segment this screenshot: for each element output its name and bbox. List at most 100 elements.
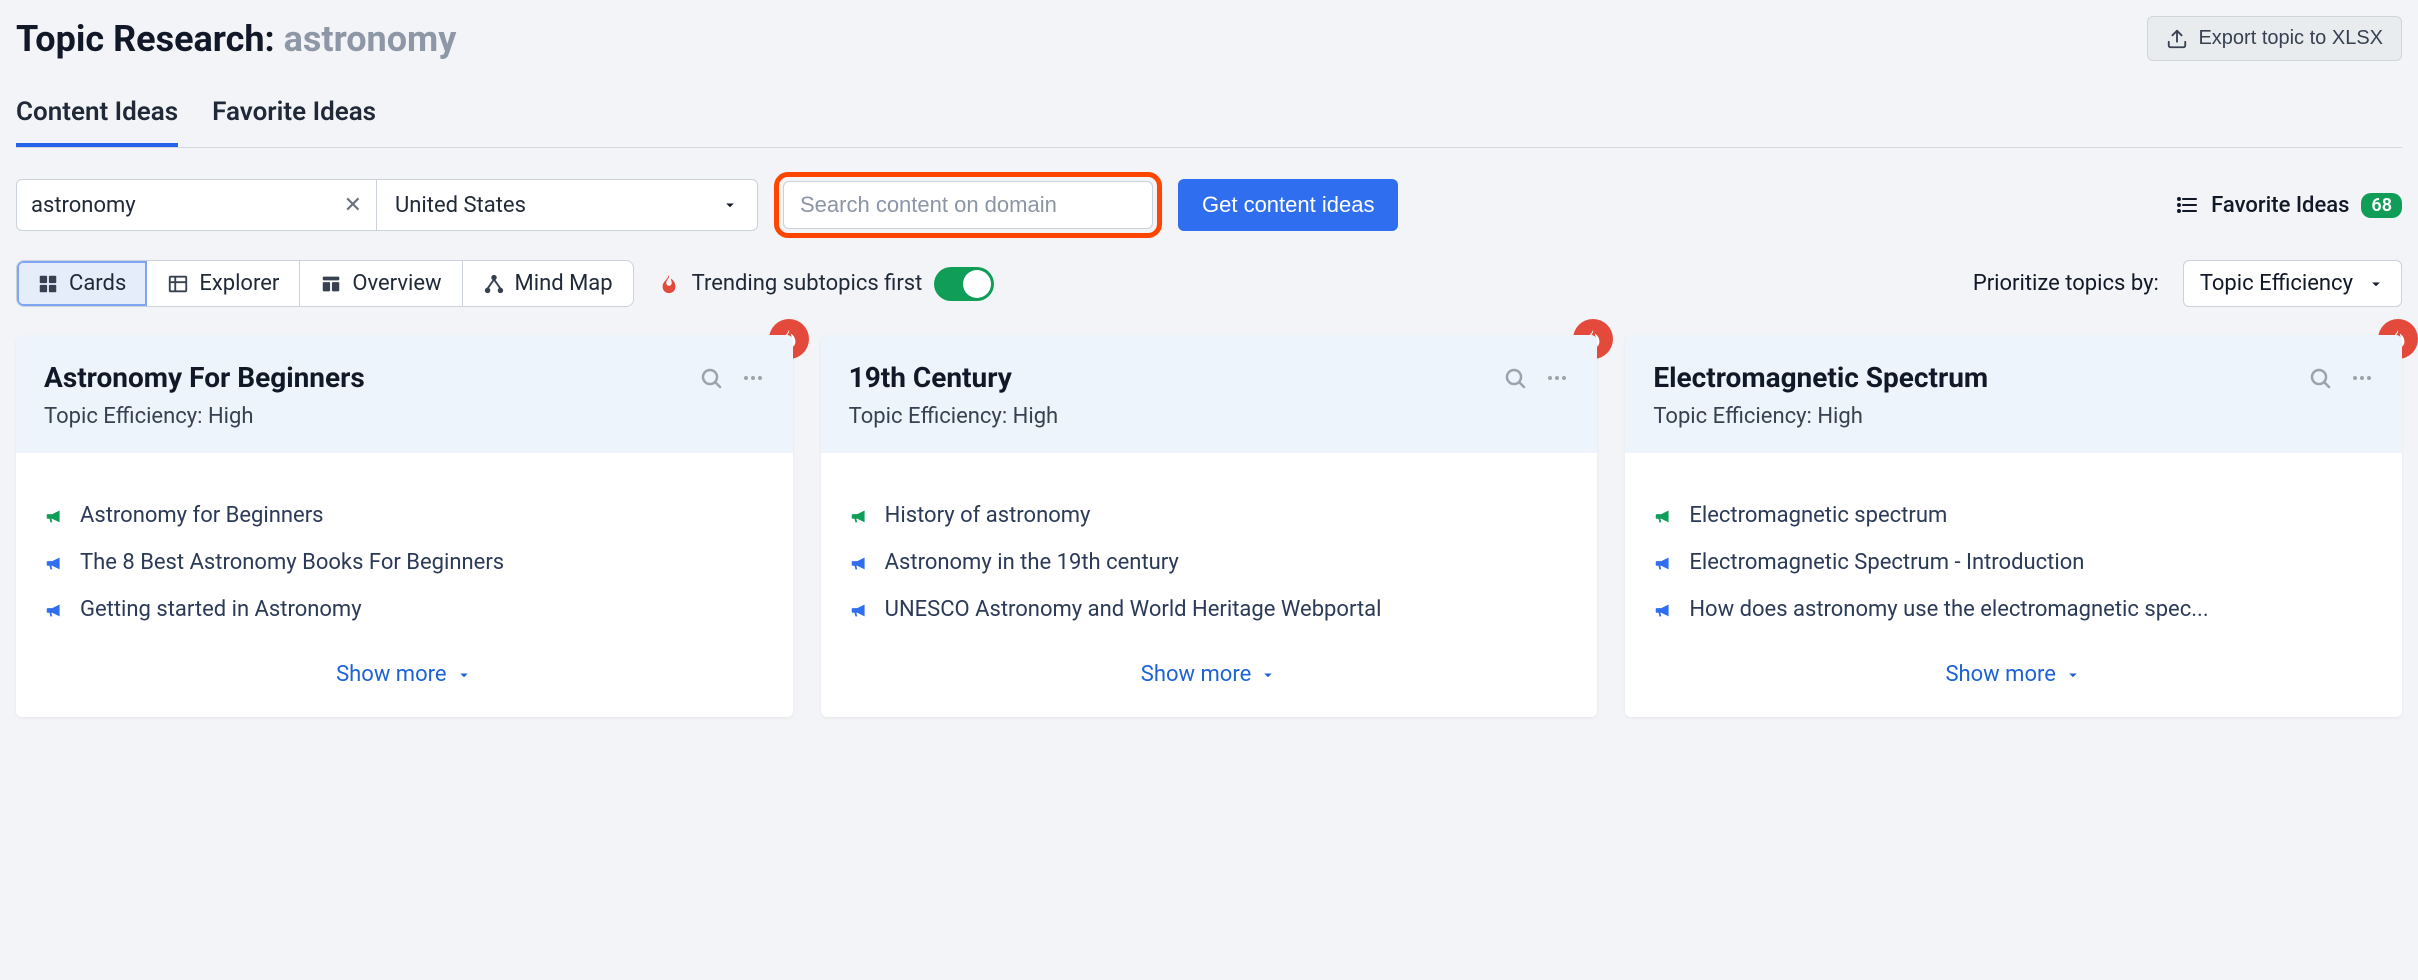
card-actions [2308,366,2374,390]
show-more-label: Show more [336,662,446,687]
favorite-ideas-link[interactable]: Favorite Ideas 68 [2175,193,2402,218]
chevron-down-icon [1259,666,1277,684]
topic-item[interactable]: Electromagnetic spectrum [1653,503,2374,528]
tab-content-ideas[interactable]: Content Ideas [16,97,178,147]
trending-label: Trending subtopics first [692,271,923,296]
overview-icon [320,273,342,295]
country-select[interactable]: United States [377,180,757,230]
clear-keyword-icon[interactable]: ✕ [344,193,362,218]
view-explorer-label: Explorer [199,271,279,296]
domain-search-highlight [774,172,1162,238]
table-icon [167,273,189,295]
view-cards-label: Cards [69,271,126,296]
topic-item[interactable]: How does astronomy use the electromagnet… [1653,597,2374,622]
topic-item[interactable]: Astronomy in the 19th century [849,550,1570,575]
topic-item-text: Getting started in Astronomy [80,597,362,622]
topic-item-text: How does astronomy use the electromagnet… [1689,597,2208,622]
show-more-link[interactable]: Show more [1945,622,2081,687]
card-actions [1503,366,1569,390]
show-more-link[interactable]: Show more [336,622,472,687]
prioritize-label: Prioritize topics by: [1973,271,2159,296]
topic-card: Electromagnetic SpectrumTopic Efficiency… [1625,335,2402,717]
favorite-ideas-label: Favorite Ideas [2211,193,2349,218]
megaphone-icon [1653,552,1675,574]
card-actions [699,366,765,390]
chevron-down-icon [2367,275,2385,293]
list-icon [2175,193,2199,217]
get-content-ideas-button[interactable]: Get content ideas [1178,179,1398,231]
view-switcher: Cards Explorer Overview Mind Map [16,260,634,307]
card-body: Astronomy for Beginners The 8 Best Astron… [16,453,793,717]
chevron-down-icon [2064,666,2082,684]
efficiency-label: Topic Efficiency: [849,404,1008,429]
topic-item-text: Electromagnetic Spectrum - Introduction [1689,550,2084,575]
topic-item[interactable]: The 8 Best Astronomy Books For Beginners [44,550,765,575]
topic-item-text: History of astronomy [885,503,1091,528]
view-mindmap-label: Mind Map [515,271,613,296]
efficiency-value: High [1817,404,1863,429]
keyword-value: astronomy [31,193,136,218]
fire-icon [658,273,680,295]
card-efficiency: Topic Efficiency: High [1653,404,2374,429]
card-header: 19th Century Topic Efficiency: High [821,335,1598,453]
megaphone-icon [44,599,66,621]
card-header: Astronomy For BeginnersTopic Efficiency:… [16,335,793,453]
prioritize-value: Topic Efficiency [2200,271,2353,296]
domain-search-input[interactable] [783,181,1153,229]
topic-item-text: Astronomy in the 19th century [885,550,1179,575]
keyword-country-group: astronomy ✕ United States [16,179,758,231]
megaphone-icon [1653,505,1675,527]
topic-item-text: The 8 Best Astronomy Books For Beginners [80,550,504,575]
export-button[interactable]: Export topic to XLSX [2147,16,2402,61]
tab-bar: Content Ideas Favorite Ideas [16,97,2402,148]
cards-container: Astronomy For BeginnersTopic Efficiency:… [16,335,2402,733]
card-efficiency: Topic Efficiency: High [44,404,765,429]
favorite-ideas-count: 68 [2361,193,2402,218]
megaphone-icon [44,552,66,574]
view-mindmap[interactable]: Mind Map [463,261,633,306]
card-efficiency: Topic Efficiency: High [849,404,1570,429]
tab-favorite-ideas[interactable]: Favorite Ideas [212,97,376,147]
search-icon[interactable] [699,366,723,390]
upload-icon [2166,28,2188,50]
topic-list: Electromagnetic spectrum Electromagnetic … [1653,503,2374,622]
topic-item-text: Electromagnetic spectrum [1689,503,1947,528]
search-icon[interactable] [2308,366,2332,390]
efficiency-label: Topic Efficiency: [1653,404,1812,429]
show-more-link[interactable]: Show more [1141,622,1277,687]
view-overview-label: Overview [352,271,441,296]
efficiency-value: High [1013,404,1059,429]
topic-item[interactable]: Electromagnetic Spectrum - Introduction [1653,550,2374,575]
more-icon[interactable] [1545,366,1569,390]
efficiency-label: Topic Efficiency: [44,404,203,429]
chevron-down-icon [721,196,739,214]
more-icon[interactable] [741,366,765,390]
more-icon[interactable] [2350,366,2374,390]
prioritize-select[interactable]: Topic Efficiency [2183,260,2402,307]
card-body: Electromagnetic spectrum Electromagnetic … [1625,453,2402,717]
keyword-input[interactable]: astronomy ✕ [17,180,377,230]
topic-item-text: UNESCO Astronomy and World Heritage Webp… [885,597,1382,622]
view-cards[interactable]: Cards [17,261,147,306]
search-icon[interactable] [1503,366,1527,390]
view-overview[interactable]: Overview [300,261,462,306]
title-prefix: Topic Research: [16,18,275,60]
show-more-label: Show more [1945,662,2055,687]
chevron-down-icon [455,666,473,684]
trending-toggle[interactable] [934,267,994,301]
topic-item[interactable]: History of astronomy [849,503,1570,528]
card-title: 19th Century [849,361,1012,394]
megaphone-icon [44,505,66,527]
topic-item[interactable]: UNESCO Astronomy and World Heritage Webp… [849,597,1570,622]
topic-item[interactable]: Astronomy for Beginners [44,503,765,528]
mindmap-icon [483,273,505,295]
view-explorer[interactable]: Explorer [147,261,300,306]
megaphone-icon [849,552,871,574]
topic-list: History of astronomy Astronomy in the 19t… [849,503,1570,622]
show-more-label: Show more [1141,662,1251,687]
efficiency-value: High [208,404,254,429]
card-body: History of astronomy Astronomy in the 19t… [821,453,1598,717]
card-header: Electromagnetic SpectrumTopic Efficiency… [1625,335,2402,453]
topic-card: 19th Century Topic Efficiency: High Histor… [821,335,1598,717]
topic-item[interactable]: Getting started in Astronomy [44,597,765,622]
